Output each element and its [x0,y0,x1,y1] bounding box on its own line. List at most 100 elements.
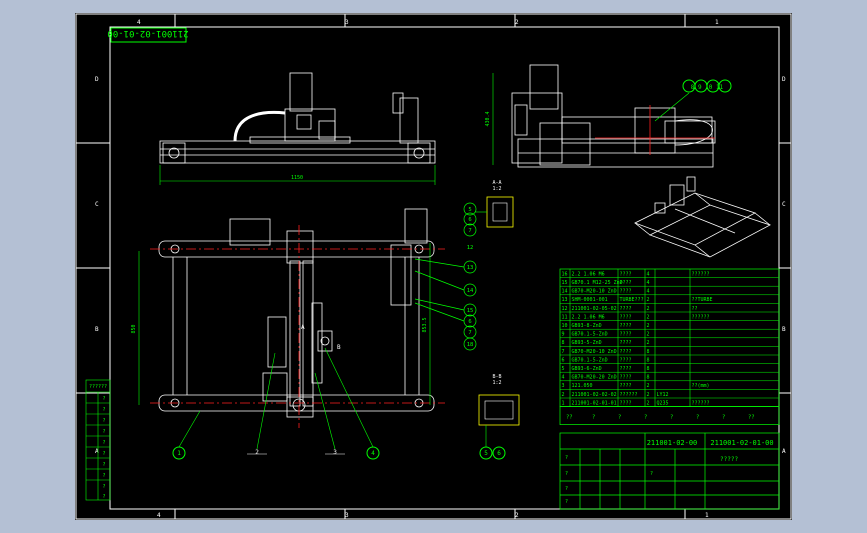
bom-cell-name: TURBE??? [620,297,644,303]
bom-cell-name: ???? [620,314,632,320]
bom-cell-name: ???? [620,400,632,406]
bom-cell-qty: 8 [647,349,650,355]
bom-cell-code: GB93-8-ZnD [572,323,602,329]
svg-text:6: 6 [468,217,471,223]
left-strip-header: ?????? [89,384,107,390]
zone-number-top: 1 [715,19,719,26]
section-marker-b: B [337,344,341,351]
svg-text:?: ? [565,471,568,477]
bom-cell-code: 211001-02-02-02 [572,392,617,398]
bom-cell-no: 12 [562,306,568,312]
bom-cell-no: 7 [562,349,565,355]
front-view-balloons: 1 2 3 4 [172,347,380,460]
section-b-b: B-B 1:2 5 6 [478,374,520,460]
bom-cell-code: GB70-M20-20 ZnD [572,375,617,381]
bom-cell-no: 16 [562,271,568,277]
bom-cell-code: GB70.1-5-ZnD [572,332,608,338]
zone-number-top: 4 [137,19,141,26]
bom-cell-note: ??TURBE [692,297,713,303]
drawing-name: ????? [720,456,738,463]
width-dimension: 1150 [291,175,303,181]
bom-cell-qty: 2 [647,323,650,329]
bom-cell-name: ???? [620,375,632,381]
svg-text:2: 2 [255,449,259,456]
svg-text:?: ? [565,499,568,505]
bom-cell-name: ???? [620,323,632,329]
bom-cell-no: 5 [562,366,565,372]
svg-text:8 9 10 11: 8 9 10 11 [691,84,724,91]
bom-cell-no: 2 [562,392,565,398]
bom-cell-qty: 8 [647,357,650,363]
zone-letter-right: B [782,326,786,333]
bom-cell-name: ???? [620,271,632,277]
bom-cell-name: ???? [620,332,632,338]
front-height-dim-right: 853.5 [422,317,428,332]
bom-cell-no: 10 [562,323,568,329]
svg-text:6: 6 [468,319,471,325]
zone-letter-left: D [95,76,99,83]
bom-header-mark: ? [696,415,699,421]
bom-cell-code: 2.2 1.06 M6 [572,314,605,320]
svg-text:3: 3 [333,449,337,456]
svg-text:13: 13 [467,265,474,271]
bom-header-mark: ? [722,415,725,421]
bom-cell-note: ??(mm) [692,383,710,389]
front-view-dims [138,243,431,405]
bom-cell-code: GB93-5-ZnD [572,340,602,346]
bom-cell-code: 2.2 1.06 M6 [572,271,605,277]
svg-text:?: ? [102,494,105,500]
bom-cell-name: ???? [620,383,632,389]
bom-cell-no: 11 [562,314,568,320]
svg-text:?: ? [102,429,105,435]
title-row-labels: ? ? ? ? ? [565,455,653,505]
bom-cell-code: GB70-M20-10 ZnD [572,349,617,355]
zone-number-top: 3 [345,19,349,26]
svg-text:1:2: 1:2 [492,186,501,192]
top-view [159,72,436,164]
svg-text:?: ? [102,418,105,424]
zone-number-top: 2 [515,19,519,26]
svg-text:?: ? [102,462,105,468]
bom-cell-qty: 4 [647,280,650,286]
zone-number-bottom: 4 [157,512,161,519]
bom-header-mark: ? [592,415,595,421]
svg-text:?: ? [102,484,105,490]
svg-text:?: ? [102,440,105,446]
bom-cell-qty: 2 [647,340,650,346]
side-view-balloon-group: 8 9 10 11 [654,79,732,122]
bom-cell-no: 15 [562,280,568,286]
svg-text:12: 12 [467,245,474,251]
bom-cell-code: GB70.1-5-ZnD [572,357,608,363]
zone-letter-right: D [782,76,786,83]
svg-text:5: 5 [468,207,471,213]
svg-text:5: 5 [484,450,488,457]
bom-cell-note: ?? [692,306,698,312]
bom-cell-qty: 4 [647,271,650,277]
bom-cell-name: ???? [620,340,632,346]
zone-letter-right: C [782,201,786,208]
inner-border [109,26,780,510]
bom-cell-qty: 2 [647,400,650,406]
front-height-dim: 850 [131,324,137,333]
bom-cell-name: ???? [620,357,632,363]
bom-cell-no: 1 [562,400,565,406]
bom-cell-qty: 8 [647,366,650,372]
zone-number-bottom: 3 [345,512,349,519]
svg-text:1:2: 1:2 [492,380,501,386]
svg-text:1: 1 [177,450,181,457]
svg-text:6: 6 [497,450,501,457]
zone-number-bottom: 1 [705,512,709,519]
bom-header-mark: ? [618,415,621,421]
svg-text:?: ? [102,473,105,479]
svg-text:?: ? [650,471,653,477]
zone-letter-left: C [95,201,99,208]
bom-cell-mat: LY12 [657,392,669,398]
bom-cell-no: 9 [562,332,565,338]
svg-text:18: 18 [467,342,474,348]
drawing-sheet: 4 3 2 1 4 3 2 1 D C B A D C B A 211001-0… [75,13,792,520]
svg-text:?: ? [102,451,105,457]
svg-text:7: 7 [468,228,471,234]
bom-cell-qty: 2 [647,392,650,398]
drawing-number-rotated: 211001-02-01-00 [107,28,188,38]
zone-number-bottom: 2 [515,512,519,519]
